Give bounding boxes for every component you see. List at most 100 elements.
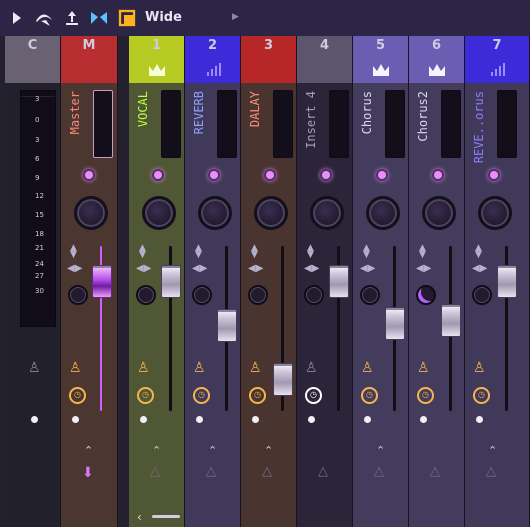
swap-icon[interactable]: ◀▶ (248, 263, 263, 274)
record-arm-dot[interactable] (152, 169, 164, 181)
pan-knob[interactable] (74, 196, 108, 230)
send-knob[interactable] (192, 285, 212, 305)
swap-icon[interactable]: ◀▶ (360, 263, 375, 274)
mute-dot[interactable] (31, 416, 38, 423)
swap-icon[interactable]: ◀▶ (136, 263, 151, 274)
pan-knob[interactable] (366, 196, 400, 230)
strip-header-1[interactable]: 1 (129, 36, 184, 83)
send-knob[interactable] (416, 285, 436, 305)
bowtie-icon[interactable] (90, 9, 108, 27)
collapse-chevron-icon[interactable]: ⌃ (376, 444, 385, 457)
send-knob[interactable] (68, 285, 88, 305)
strip-header-7[interactable]: 7 (465, 36, 529, 83)
record-arm-dot[interactable] (376, 169, 388, 181)
send-knob[interactable] (304, 285, 324, 305)
route-up-arrow-icon[interactable]: △ (206, 464, 216, 479)
strip-header-4[interactable]: 4 (297, 36, 352, 83)
bulb-icon[interactable]: ♙ (249, 360, 262, 376)
collapse-chevron-icon[interactable]: ⌃ (488, 444, 497, 457)
dalay-fader[interactable] (273, 363, 293, 396)
mute-dot[interactable] (476, 416, 483, 423)
record-arm-dot[interactable] (208, 169, 220, 181)
bulb-icon[interactable]: ♙ (28, 360, 41, 376)
bulb-icon[interactable]: ♙ (361, 360, 374, 376)
pan-knob[interactable] (478, 196, 512, 230)
stereo-icon[interactable]: ▲ ▼ (195, 244, 202, 260)
collapse-chevron-icon[interactable]: ⌃ (208, 444, 217, 457)
pan-knob[interactable] (198, 196, 232, 230)
chorus2-fader[interactable] (441, 304, 461, 337)
bulb-icon[interactable]: ♙ (193, 360, 206, 376)
route-up-arrow-icon[interactable]: △ (374, 464, 384, 479)
clock-icon[interactable]: ◷ (473, 387, 490, 404)
clock-icon[interactable]: ◷ (193, 387, 210, 404)
strip-header-6[interactable]: 6 (409, 36, 464, 83)
strip-header-m[interactable]: M (61, 36, 117, 83)
stereo-icon[interactable]: ▲ ▼ (307, 244, 314, 260)
stereo-icon[interactable]: ▲ ▼ (70, 244, 77, 260)
clock-icon[interactable]: ◷ (249, 387, 266, 404)
master-fader[interactable] (92, 265, 112, 298)
mute-dot[interactable] (72, 416, 79, 423)
swap-icon[interactable]: ◀▶ (67, 263, 82, 274)
tilt-eye-icon[interactable] (35, 9, 53, 27)
pan-knob[interactable] (254, 196, 288, 230)
swap-icon[interactable]: ◀▶ (192, 263, 207, 274)
clock-icon[interactable]: ◷ (69, 387, 86, 404)
clock-icon[interactable]: ◷ (137, 387, 154, 404)
route-up-arrow-icon[interactable]: △ (486, 464, 496, 479)
send-knob[interactable] (472, 285, 492, 305)
swap-icon[interactable]: ◀▶ (304, 263, 319, 274)
clock-icon[interactable]: ◷ (417, 387, 434, 404)
reverb-fader[interactable] (217, 309, 237, 342)
play-arrow-icon[interactable] (8, 9, 26, 27)
bulb-icon[interactable]: ♙ (69, 360, 82, 376)
collapse-chevron-icon[interactable]: ⌃ (84, 444, 93, 457)
route-up-arrow-icon[interactable]: △ (262, 464, 272, 479)
clock-icon[interactable]: ◷ (361, 387, 378, 404)
pan-knob[interactable] (142, 196, 176, 230)
bulb-icon[interactable]: ♙ (473, 360, 486, 376)
route-up-arrow-icon[interactable]: △ (318, 464, 328, 479)
collapse-chevron-icon[interactable]: ⌃ (264, 444, 273, 457)
send-knob[interactable] (248, 285, 268, 305)
strip-header-5[interactable]: 5 (353, 36, 408, 83)
mute-dot[interactable] (420, 416, 427, 423)
vocal-fader[interactable] (161, 265, 181, 298)
send-knob[interactable] (360, 285, 380, 305)
mute-dot[interactable] (252, 416, 259, 423)
pan-knob[interactable] (310, 196, 344, 230)
chorus-fader[interactable] (385, 307, 405, 340)
mute-dot[interactable] (140, 416, 147, 423)
reve-orus-fader[interactable] (497, 265, 517, 298)
mute-dot[interactable] (196, 416, 203, 423)
stereo-icon[interactable]: ▲ ▼ (363, 244, 370, 260)
send-knob[interactable] (136, 285, 156, 305)
bulb-icon[interactable]: ♙ (137, 360, 150, 376)
record-arm-dot[interactable] (488, 169, 500, 181)
stereo-icon[interactable]: ▲ ▼ (475, 244, 482, 260)
horizontal-scrollbar[interactable] (152, 515, 180, 518)
route-up-arrow-icon[interactable]: △ (430, 464, 440, 479)
record-arm-dot[interactable] (83, 169, 95, 181)
mute-dot[interactable] (308, 416, 315, 423)
route-up-arrow-icon[interactable]: △ (150, 464, 160, 479)
collapse-chevron-icon[interactable]: ⌃ (152, 444, 161, 457)
arrow-up-pin-icon[interactable] (63, 9, 81, 27)
record-arm-dot[interactable] (432, 169, 444, 181)
route-down-arrow-icon[interactable]: ⬇ (82, 465, 94, 481)
record-arm-dot[interactable] (264, 169, 276, 181)
stereo-icon[interactable]: ▲ ▼ (419, 244, 426, 260)
bulb-icon[interactable]: ♙ (417, 360, 430, 376)
swap-icon[interactable]: ◀▶ (416, 263, 431, 274)
strip-header-2[interactable]: 2 (185, 36, 240, 83)
strip-header-c[interactable]: C (5, 36, 60, 83)
insert-4-fader[interactable] (329, 265, 349, 298)
swap-icon[interactable]: ◀▶ (472, 263, 487, 274)
bulb-icon[interactable]: ♙ (305, 360, 318, 376)
scroll-left-arrow-icon[interactable]: ‹ (137, 510, 142, 524)
record-arm-dot[interactable] (320, 169, 332, 181)
window-square-icon[interactable] (118, 9, 136, 27)
clock-icon[interactable]: ◷ (305, 387, 322, 404)
strip-header-3[interactable]: 3 (241, 36, 296, 83)
